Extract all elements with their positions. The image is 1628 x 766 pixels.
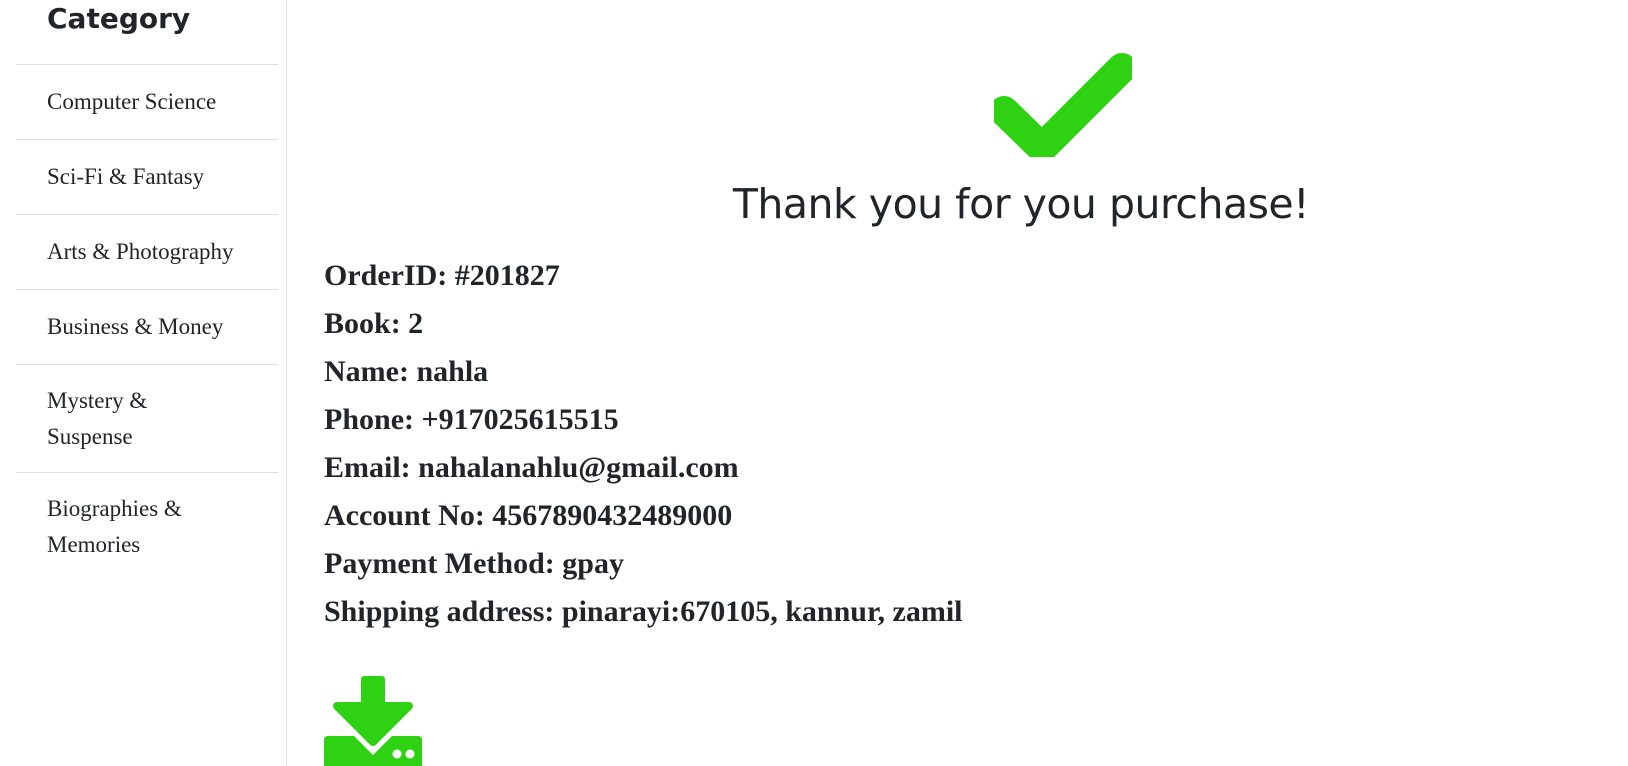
category-label: Arts & Photography xyxy=(47,239,234,264)
book-count: Book: 2 xyxy=(324,307,424,340)
category-label: Mystery & Suspense xyxy=(47,387,148,449)
category-item-sci-fi-fantasy[interactable]: Sci-Fi & Fantasy xyxy=(16,139,278,214)
sidebar-heading: Category xyxy=(47,2,191,35)
category-item-mystery-suspense[interactable]: Mystery & Suspense xyxy=(16,364,278,472)
customer-name: Name: nahla xyxy=(324,355,489,388)
customer-phone: Phone: +917025615515 xyxy=(324,403,619,436)
download-icon xyxy=(324,676,422,766)
order-id: OrderID: #201827 xyxy=(324,259,560,292)
payment-method: Payment Method: gpay xyxy=(324,547,624,580)
shipping-address: Shipping address: pinarayi:670105, kannu… xyxy=(324,595,963,628)
category-sidebar: Category Computer Science Sci-Fi & Fanta… xyxy=(0,0,287,766)
confirmation-title: Thank you for you purchase! xyxy=(732,180,1310,228)
category-label: Sci-Fi & Fantasy xyxy=(47,164,205,189)
category-label: Biographies & Memories xyxy=(47,495,182,557)
account-number: Account No: 4567890432489000 xyxy=(324,499,733,532)
order-details: OrderID: #201827 Book: 2 Name: nahla Pho… xyxy=(324,252,963,636)
category-item-biographies-memories[interactable]: Biographies & Memories xyxy=(16,472,278,580)
check-icon xyxy=(994,53,1132,157)
category-label: Computer Science xyxy=(47,89,217,114)
category-item-arts-photography[interactable]: Arts & Photography xyxy=(16,214,278,289)
category-label: Business & Money xyxy=(47,314,224,339)
category-item-business-money[interactable]: Business & Money xyxy=(16,289,278,364)
customer-email: Email: nahalanahlu@gmail.com xyxy=(324,451,739,484)
order-confirmation: Thank you for you purchase! OrderID: #20… xyxy=(288,0,1628,766)
category-item-computer-science[interactable]: Computer Science xyxy=(16,64,278,139)
category-list: Computer Science Sci-Fi & Fantasy Arts &… xyxy=(16,64,278,580)
download-button[interactable] xyxy=(324,676,422,766)
